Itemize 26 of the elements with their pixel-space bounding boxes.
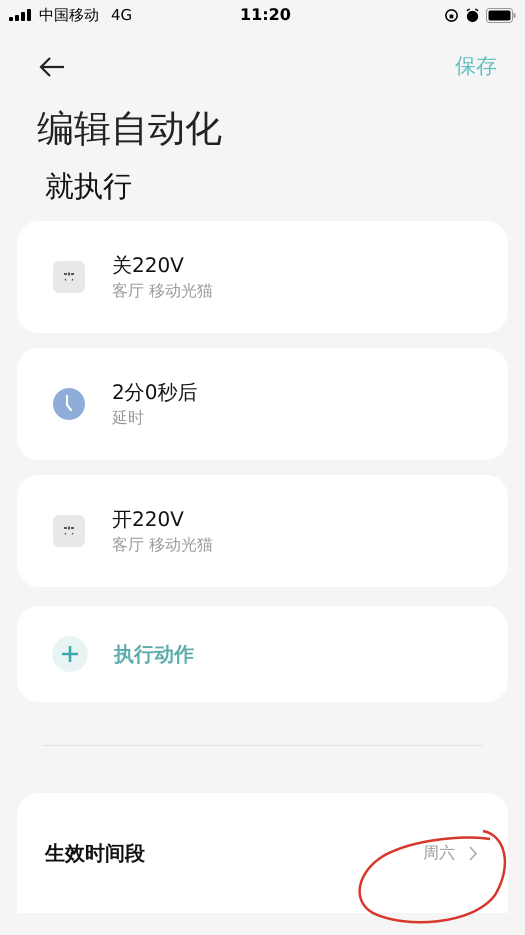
signal-icon <box>9 9 33 21</box>
chevron-right-icon <box>469 846 478 860</box>
clock-icon <box>52 387 86 421</box>
action-subtitle: 客厅 移动光猫 <box>112 280 214 302</box>
action-title: 关220V <box>112 252 185 279</box>
action-title: 2分0秒后 <box>112 379 198 406</box>
time-period-label: 生效时间段 <box>45 840 145 867</box>
action-subtitle: 客厅 移动光猫 <box>112 534 214 556</box>
action-card[interactable]: 2分0秒后 延时 <box>17 348 508 460</box>
socket-icon <box>52 260 86 294</box>
section-title: 就执行 <box>44 168 133 205</box>
socket-icon <box>52 514 86 548</box>
time-period-value: 周六 <box>423 842 455 864</box>
alarm-icon <box>465 8 480 22</box>
page-title: 编辑自动化 <box>36 106 223 152</box>
clock-time: 11:20 <box>240 4 291 26</box>
action-subtitle: 延时 <box>112 407 145 429</box>
network-type: 4G <box>111 4 132 26</box>
action-card[interactable]: 关220V 客厅 移动光猫 <box>17 221 508 333</box>
action-title: 开220V <box>112 506 185 533</box>
time-period-row[interactable]: 生效时间段 周六 <box>17 793 508 913</box>
rotation-lock-icon <box>444 8 459 22</box>
battery-icon <box>486 8 516 22</box>
carrier-name: 中国移动 <box>39 4 99 26</box>
action-card[interactable]: 开220V 客厅 移动光猫 <box>17 475 508 587</box>
plus-icon <box>52 636 88 672</box>
